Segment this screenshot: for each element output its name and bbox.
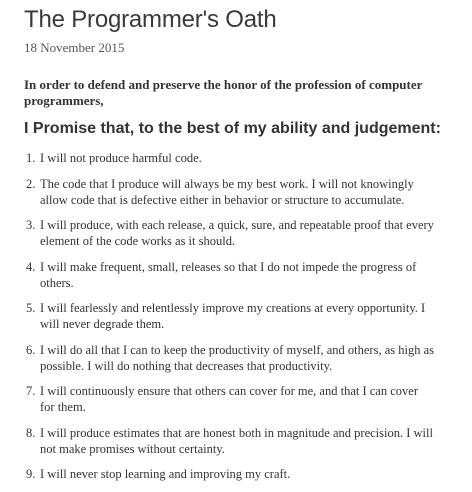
oath-list: 1. I will not produce harmful code. 2. T… — [24, 150, 434, 492]
promise-heading: I Promise that, to the best of my abilit… — [24, 120, 441, 137]
oath-item-number: 3. — [26, 218, 36, 232]
oath-item-number: 4. — [26, 259, 36, 274]
oath-item-text: I will not produce harmful code. — [40, 151, 202, 165]
oath-item: 3. I will produce, with each release, a … — [24, 217, 434, 249]
oath-item-text: I will fearlessly and relentlessly impro… — [40, 301, 426, 331]
oath-item: 8. I will produce estimates that are hon… — [24, 425, 434, 457]
oath-item-number: 7. — [26, 384, 36, 398]
oath-item: 4. I will make frequent, small, releases… — [24, 259, 434, 291]
intro-paragraph: In order to defend and preserve the hono… — [24, 77, 423, 108]
oath-item: 7. I will continuously ensure that other… — [24, 383, 434, 415]
publish-date: 18 November 2015 — [24, 40, 125, 55]
oath-item: 1. I will not produce harmful code. — [24, 150, 434, 166]
oath-item-number: 1. — [26, 151, 36, 165]
oath-item-number: 5. — [26, 301, 36, 315]
oath-item-text: I will never stop learning and improving… — [40, 467, 291, 481]
oath-item-text: I will continuously ensure that others c… — [40, 384, 418, 414]
oath-item-text: I will do all that I can to keep the pro… — [40, 342, 435, 373]
oath-item: 2. The code that I produce will always b… — [24, 176, 434, 208]
oath-item: 6. I will do all that I can to keep the … — [24, 342, 434, 374]
oath-item-number: 6. — [26, 342, 36, 357]
oath-item-text: I will produce estimates that are honest… — [40, 425, 433, 456]
oath-item-text: I will make frequent, small, releases so… — [40, 259, 417, 290]
oath-item-number: 8. — [26, 425, 36, 440]
oath-item: 5. I will fearlessly and relentlessly im… — [24, 300, 434, 332]
oath-item-number: 2. — [26, 176, 36, 191]
page-title: The Programmer's Oath — [24, 6, 277, 33]
oath-item-text: I will produce, with each release, a qui… — [40, 218, 434, 248]
oath-item: 9. I will never stop learning and improv… — [24, 466, 434, 482]
oath-item-text: The code that I produce will always be m… — [40, 176, 414, 207]
oath-item-number: 9. — [26, 467, 36, 481]
page-body: { "document": { "title": "The Programmer… — [0, 0, 472, 489]
